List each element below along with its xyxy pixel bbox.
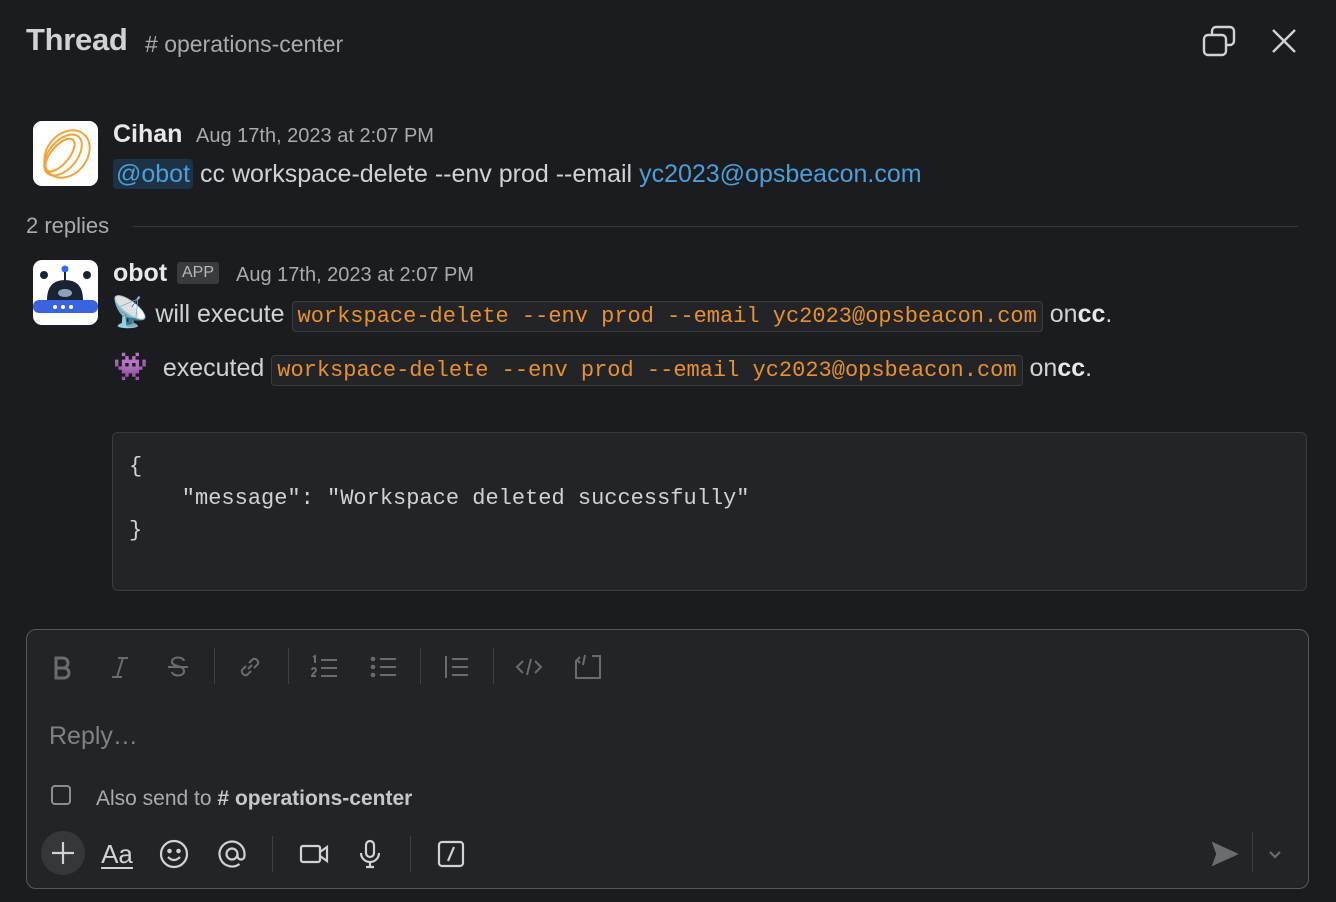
email-link[interactable]: yc2023@opsbeacon.com — [639, 160, 922, 188]
robot-icon — [33, 265, 98, 313]
reply-line-1-on: on — [1049, 300, 1078, 328]
reply-timestamp[interactable]: Aug 17th, 2023 at 2:07 PM — [236, 264, 474, 287]
ordered-list-icon — [310, 654, 337, 677]
code-icon — [515, 658, 543, 676]
bulleted-list-icon — [370, 656, 396, 678]
strikethrough-button[interactable] — [161, 650, 195, 684]
reply-line-2-on: on — [1029, 354, 1058, 382]
message-body: @obot cc workspace-delete --env prod --e… — [113, 159, 922, 189]
send-options-button[interactable] — [1255, 834, 1295, 874]
also-send-checkbox[interactable] — [51, 785, 71, 805]
expand-window-icon — [1202, 25, 1236, 57]
toolbar-divider — [410, 836, 411, 872]
close-button[interactable] — [1264, 21, 1304, 61]
also-send-prefix: Also send to — [96, 787, 212, 810]
inline-code: workspace-delete --env prod --email yc20… — [291, 301, 1043, 332]
chevron-down-icon — [1269, 851, 1281, 859]
message-timestamp[interactable]: Aug 17th, 2023 at 2:07 PM — [196, 125, 434, 148]
reply-line-1-prefix: will execute — [155, 300, 285, 328]
toolbar-divider — [214, 648, 215, 684]
blockquote-icon — [445, 656, 468, 678]
also-send-hash: # — [217, 787, 230, 810]
slash-command-button[interactable] — [431, 834, 471, 874]
app-badge: APP — [177, 262, 220, 284]
avatar-obot[interactable] — [33, 260, 98, 325]
message-author[interactable]: Cihan — [113, 120, 182, 149]
reply-line-2-target: cc — [1057, 354, 1086, 382]
channel-name: operations-center — [164, 31, 344, 57]
microphone-icon — [359, 839, 381, 869]
code-block: { "message": "Workspace deleted successf… — [112, 432, 1307, 591]
format-icon: Aa — [101, 838, 133, 869]
video-icon — [299, 844, 329, 864]
link-icon — [240, 657, 260, 677]
code-block-icon — [575, 654, 601, 679]
reply-line-2-prefix: executed — [162, 354, 265, 382]
also-send-label[interactable]: Also send to # operations-center — [96, 787, 412, 811]
alien-monster-emoji: 👾 — [113, 351, 148, 382]
expand-window-button[interactable] — [1198, 21, 1238, 61]
reply-input[interactable]: Reply… — [49, 722, 138, 751]
emoji-button[interactable] — [154, 834, 194, 874]
thread-title: Thread — [26, 22, 128, 57]
reply-line-1: 📡 will execute workspace-delete --env pr… — [111, 295, 1113, 332]
code-block-button[interactable] — [571, 650, 605, 684]
blockquote-button[interactable] — [439, 650, 473, 684]
toolbar-divider — [272, 836, 273, 872]
link-button[interactable] — [233, 650, 267, 684]
inline-code: workspace-delete --env prod --email yc20… — [271, 355, 1023, 386]
replies-count: 2 replies — [26, 213, 110, 238]
bold-icon — [54, 656, 71, 680]
mention-icon — [218, 840, 246, 868]
reply-line-2-suffix: . — [1085, 354, 1093, 382]
italic-button[interactable] — [103, 650, 137, 684]
strikethrough-icon — [168, 656, 188, 677]
ordered-list-button[interactable] — [307, 650, 341, 684]
plus-icon — [52, 842, 74, 864]
satellite-emoji: 📡 — [111, 296, 149, 329]
send-icon — [1211, 841, 1239, 867]
code-button[interactable] — [512, 650, 546, 684]
also-send-channel: operations-center — [234, 787, 413, 810]
reply-line-2: 👾 executed workspace-delete --env prod -… — [113, 350, 1093, 386]
mention-obot[interactable]: @obot — [113, 159, 194, 189]
channel-hash: # — [145, 31, 158, 57]
bold-button[interactable] — [45, 650, 79, 684]
italic-icon — [112, 657, 128, 678]
message-text: cc workspace-delete --env prod --email — [200, 160, 633, 188]
toolbar-divider — [288, 648, 289, 684]
mention-button[interactable] — [212, 834, 252, 874]
send-button[interactable] — [1205, 834, 1245, 874]
reply-line-1-target: cc — [1077, 300, 1106, 328]
audio-button[interactable] — [350, 834, 390, 874]
close-icon — [1272, 29, 1296, 53]
reply-author[interactable]: obot — [113, 259, 167, 288]
reply-line-1-suffix: . — [1105, 300, 1113, 328]
bulleted-list-button[interactable] — [366, 650, 400, 684]
format-button[interactable]: Aa — [97, 834, 137, 874]
send-divider — [1252, 832, 1253, 872]
toolbar-divider — [493, 648, 494, 684]
orbit-logo-icon — [43, 129, 91, 179]
thread-channel[interactable]: # operations-center — [145, 31, 343, 58]
add-attachment-button[interactable] — [41, 831, 85, 875]
slash-command-icon — [437, 840, 465, 868]
emoji-icon — [159, 839, 189, 869]
avatar-cihan[interactable] — [33, 121, 98, 186]
toolbar-divider — [420, 648, 421, 684]
replies-divider — [133, 226, 1298, 227]
video-button[interactable] — [294, 834, 334, 874]
